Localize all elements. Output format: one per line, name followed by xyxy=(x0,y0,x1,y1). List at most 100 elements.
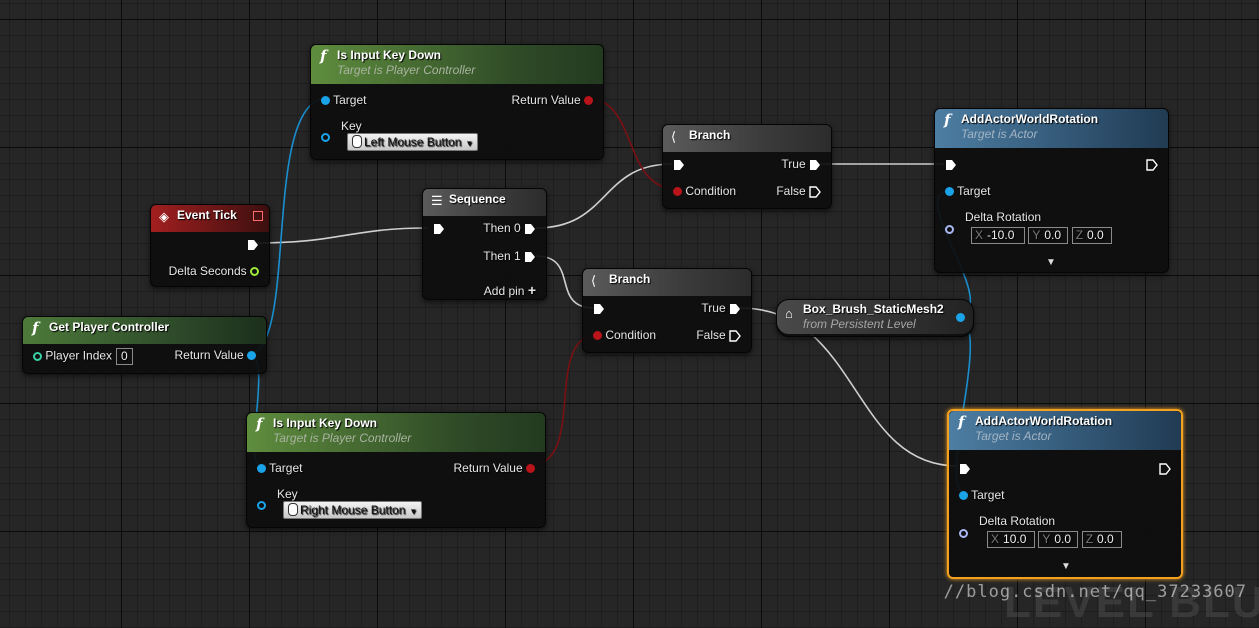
box-brush-reference-node[interactable]: ⌂ Box_Brush_StaticMesh2 from Persistent … xyxy=(776,299,974,337)
exec-pin-icon[interactable] xyxy=(593,303,605,315)
object-pin-icon[interactable] xyxy=(257,464,266,474)
exec-pin-icon[interactable] xyxy=(809,186,821,198)
key-dropdown[interactable]: Left Mouse Button ▼ xyxy=(347,133,479,151)
key-dropdown[interactable]: Right Mouse Button ▼ xyxy=(283,501,423,519)
key-selector[interactable]: Right Mouse Button ▼ xyxy=(283,501,423,519)
bool-pin-icon[interactable] xyxy=(584,96,593,106)
rotator-pin-icon[interactable] xyxy=(959,529,968,539)
pin-label: False xyxy=(776,184,806,198)
exec-wire[interactable] xyxy=(256,227,429,244)
struct-pin-icon[interactable] xyxy=(321,133,330,143)
return-value-pin[interactable]: Return Value xyxy=(175,348,256,362)
exec-pin-icon[interactable] xyxy=(673,159,685,171)
exec-pin-icon[interactable] xyxy=(1146,159,1158,171)
exec-pin-icon[interactable] xyxy=(729,330,741,342)
rotator-pin-icon[interactable] xyxy=(945,225,954,235)
struct-pin-icon[interactable] xyxy=(257,501,266,511)
exec-in-pin[interactable] xyxy=(945,157,957,171)
exec-in-pin[interactable] xyxy=(433,221,445,235)
exec-pin-icon[interactable] xyxy=(1159,463,1171,475)
event-tick-node[interactable]: ◈ Event Tick Delta Seconds xyxy=(150,204,270,287)
get-player-controller-node[interactable]: f Get Player Controller Player Index 0 Re… xyxy=(22,316,267,374)
object-pin-icon[interactable] xyxy=(247,351,256,361)
true-pin[interactable]: True xyxy=(701,301,741,315)
exec-pin-icon[interactable] xyxy=(524,223,536,235)
key-pin[interactable] xyxy=(321,130,330,144)
then-0-pin[interactable]: Then 0 xyxy=(483,221,536,235)
add-pin-button[interactable]: Add pin + xyxy=(484,282,536,298)
exec-out-pin[interactable] xyxy=(247,237,259,251)
exec-pin-icon[interactable] xyxy=(247,239,259,251)
return-value-pin[interactable]: Return Value xyxy=(454,461,535,475)
rotation-z-field[interactable]: Z 0.0 xyxy=(1071,227,1112,244)
expand-advanced-icon[interactable]: ▼ xyxy=(1046,257,1056,268)
sequence-node[interactable]: ☰ Sequence Then 0 Then 1 Add pin + xyxy=(422,188,547,300)
rotation-x-field[interactable]: X -10.0 xyxy=(971,227,1025,244)
delta-rotation-pin[interactable] xyxy=(959,526,968,540)
rotation-y-field[interactable]: Y 0.0 xyxy=(1028,227,1069,244)
node-header[interactable]: ⟨ Branch xyxy=(663,125,831,152)
false-pin[interactable]: False xyxy=(696,328,741,342)
key-pin[interactable] xyxy=(257,498,266,512)
then-1-pin[interactable]: Then 1 xyxy=(483,249,536,263)
target-pin[interactable]: Target xyxy=(959,488,1004,502)
bool-pin-icon[interactable] xyxy=(593,331,602,341)
true-pin[interactable]: True xyxy=(781,157,821,171)
player-index-input[interactable]: 0 xyxy=(116,348,133,365)
exec-pin-icon[interactable] xyxy=(945,159,957,171)
node-header[interactable]: f Is Input Key Down Target is Player Con… xyxy=(311,45,603,84)
rotation-y-field[interactable]: Y 0.0 xyxy=(1038,531,1079,548)
pin-label: Target xyxy=(957,184,991,198)
exec-out-pin[interactable] xyxy=(1146,157,1158,171)
exec-in-pin[interactable] xyxy=(959,461,971,475)
float-pin-icon[interactable] xyxy=(250,267,259,277)
target-pin[interactable]: Target xyxy=(321,93,366,107)
expand-advanced-icon[interactable]: ▼ xyxy=(1061,561,1071,572)
exec-in-pin[interactable] xyxy=(673,157,685,171)
branch-bottom-node[interactable]: ⟨ Branch True Condition False xyxy=(582,268,752,353)
node-header[interactable]: f AddActorWorldRotation Target is Actor xyxy=(935,109,1168,148)
node-header[interactable]: f Get Player Controller xyxy=(23,317,266,344)
delta-seconds-pin[interactable]: Delta Seconds xyxy=(169,264,259,278)
exec-pin-icon[interactable] xyxy=(433,223,445,235)
node-header[interactable]: f Is Input Key Down Target is Player Con… xyxy=(247,413,545,452)
target-pin[interactable]: Target xyxy=(945,184,990,198)
is-input-key-down-left-node[interactable]: f Is Input Key Down Target is Player Con… xyxy=(310,44,604,160)
exec-wire[interactable] xyxy=(535,163,673,229)
key-selector[interactable]: Left Mouse Button ▼ xyxy=(347,133,479,151)
exec-in-pin[interactable] xyxy=(593,301,605,315)
condition-pin[interactable]: Condition xyxy=(593,328,656,342)
dropdown-value: Right Mouse Button xyxy=(300,503,406,517)
condition-pin[interactable]: Condition xyxy=(673,184,736,198)
object-pin-icon[interactable] xyxy=(956,313,965,323)
object-pin-icon[interactable] xyxy=(321,96,330,106)
int-pin-icon[interactable] xyxy=(33,352,42,361)
add-actor-world-rotation-top-node[interactable]: f AddActorWorldRotation Target is Actor … xyxy=(934,108,1169,273)
node-header[interactable]: ☰ Sequence xyxy=(423,189,546,216)
exec-out-pin[interactable] xyxy=(1159,461,1171,475)
branch-top-node[interactable]: ⟨ Branch True Condition False xyxy=(662,124,832,209)
rotation-z-field[interactable]: Z 0.0 xyxy=(1081,531,1122,548)
node-header[interactable]: ◈ Event Tick xyxy=(151,205,269,232)
return-value-pin[interactable]: Return Value xyxy=(512,93,593,107)
is-input-key-down-right-node[interactable]: f Is Input Key Down Target is Player Con… xyxy=(246,412,546,528)
node-header[interactable]: ⌂ Box_Brush_StaticMesh2 from Persistent … xyxy=(777,300,973,334)
false-pin[interactable]: False xyxy=(776,184,821,198)
object-pin-icon[interactable] xyxy=(959,491,968,501)
bool-pin-icon[interactable] xyxy=(526,464,535,474)
exec-pin-icon[interactable] xyxy=(524,251,536,263)
node-header[interactable]: f AddActorWorldRotation Target is Actor xyxy=(949,411,1181,450)
bool-pin-icon[interactable] xyxy=(673,187,682,197)
delegate-pin-icon[interactable] xyxy=(253,211,263,221)
add-actor-world-rotation-bottom-node[interactable]: f AddActorWorldRotation Target is Actor … xyxy=(947,409,1183,579)
target-pin[interactable]: Target xyxy=(257,461,302,475)
exec-pin-icon[interactable] xyxy=(809,159,821,171)
exec-pin-icon[interactable] xyxy=(959,463,971,475)
object-pin-icon[interactable] xyxy=(945,187,954,197)
delta-rotation-pin[interactable] xyxy=(945,222,954,236)
node-header[interactable]: ⟨ Branch xyxy=(583,269,751,296)
exec-pin-icon[interactable] xyxy=(729,303,741,315)
rotation-x-field[interactable]: X 10.0 xyxy=(987,531,1035,548)
player-index-pin[interactable]: Player Index 0 xyxy=(33,348,133,365)
object-out-pin[interactable] xyxy=(956,310,965,324)
